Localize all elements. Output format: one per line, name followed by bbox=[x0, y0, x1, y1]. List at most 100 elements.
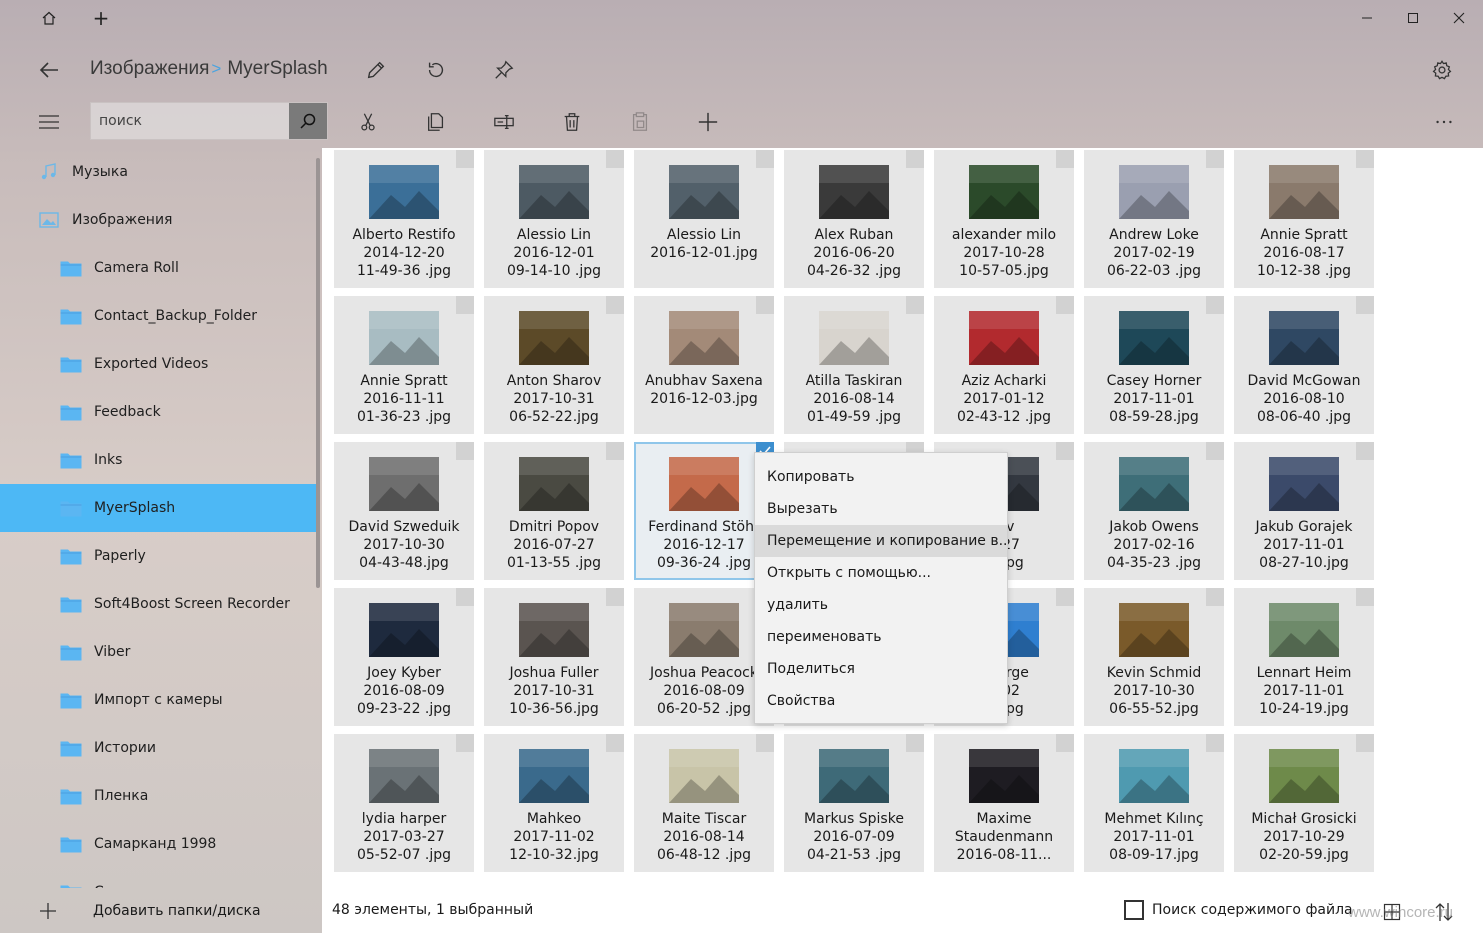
tile-checkbox[interactable] bbox=[456, 442, 474, 460]
sidebar-item[interactable]: Soft4Boost Screen Recorder bbox=[0, 580, 322, 628]
tile-checkbox[interactable] bbox=[1206, 734, 1224, 752]
file-tile[interactable]: Markus Spiske 2016-07-09 04-21-53 .jpg bbox=[784, 734, 924, 872]
tile-checkbox[interactable] bbox=[1056, 296, 1074, 314]
file-tile[interactable]: Maite Tiscar 2016-08-14 06-48-12 .jpg bbox=[634, 734, 774, 872]
tile-checkbox[interactable] bbox=[756, 296, 774, 314]
maximize-button[interactable] bbox=[1390, 0, 1436, 36]
new-tab-button[interactable]: + bbox=[78, 0, 124, 36]
file-tile[interactable]: Michał Grosicki 2017-10-29 02-20-59.jpg bbox=[1234, 734, 1374, 872]
tile-checkbox[interactable] bbox=[606, 734, 624, 752]
file-tile[interactable]: Annie Spratt 2016-08-17 10-12-38 .jpg bbox=[1234, 150, 1374, 288]
file-tile[interactable]: Dmitri Popov 2016-07-27 01-13-55 .jpg bbox=[484, 442, 624, 580]
tile-checkbox[interactable] bbox=[606, 296, 624, 314]
breadcrumb-current[interactable]: MyerSplash bbox=[227, 58, 327, 80]
tile-checkbox[interactable] bbox=[1206, 150, 1224, 168]
cut-button[interactable] bbox=[350, 106, 386, 138]
tile-checkbox[interactable] bbox=[606, 588, 624, 606]
file-tile[interactable]: Ferdinand Stöhr 2016-12-17 09-36-24 .jpg bbox=[634, 442, 774, 580]
rename-button[interactable] bbox=[486, 106, 522, 138]
tile-checkbox[interactable] bbox=[1356, 442, 1374, 460]
file-tile[interactable]: Joshua Fuller 2017-10-31 10-36-56.jpg bbox=[484, 588, 624, 726]
context-menu-item[interactable]: Перемещение и копирование в... bbox=[755, 525, 1007, 557]
tile-checkbox[interactable] bbox=[1356, 150, 1374, 168]
sidebar-item[interactable]: MyerSplash bbox=[0, 484, 318, 532]
sidebar-item[interactable]: Пленка bbox=[0, 772, 322, 820]
file-tile[interactable]: Maxime Staudenmann 2016-08-11... bbox=[934, 734, 1074, 872]
sidebar-item[interactable]: Camera Roll bbox=[0, 244, 322, 292]
file-tile[interactable]: Jakob Owens 2017-02-16 04-35-23 .jpg bbox=[1084, 442, 1224, 580]
file-tile[interactable]: Casey Horner 2017-11-01 08-59-28.jpg bbox=[1084, 296, 1224, 434]
file-tile[interactable]: Alessio Lin 2016-12-01.jpg bbox=[634, 150, 774, 288]
context-menu-item[interactable]: удалить bbox=[755, 589, 1007, 621]
file-tile[interactable]: Annie Spratt 2016-11-11 01-36-23 .jpg bbox=[334, 296, 474, 434]
file-tile[interactable]: Atilla Taskiran 2016-08-14 01-49-59 .jpg bbox=[784, 296, 924, 434]
tile-checkbox[interactable] bbox=[906, 150, 924, 168]
tile-checkbox[interactable] bbox=[456, 734, 474, 752]
context-menu-item[interactable]: переименовать bbox=[755, 621, 1007, 653]
tile-checkbox[interactable] bbox=[1056, 734, 1074, 752]
sidebar-scrollbar[interactable] bbox=[316, 158, 320, 588]
copy-button[interactable] bbox=[418, 106, 454, 138]
file-tile[interactable]: Mehmet Kılınç 2017-11-01 08-09-17.jpg bbox=[1084, 734, 1224, 872]
paste-button[interactable] bbox=[622, 106, 658, 138]
menu-button[interactable] bbox=[26, 108, 72, 136]
file-tile[interactable]: Anubhav Saxena 2016-12-03.jpg bbox=[634, 296, 774, 434]
file-tile[interactable]: Jakub Gorajek 2017-11-01 08-27-10.jpg bbox=[1234, 442, 1374, 580]
edit-button[interactable] bbox=[358, 52, 394, 88]
close-button[interactable] bbox=[1436, 0, 1482, 36]
file-tile[interactable]: Alberto Restifo 2014-12-20 11-49-36 .jpg bbox=[334, 150, 474, 288]
file-tile[interactable]: alexander milo 2017-10-28 10-57-05.jpg bbox=[934, 150, 1074, 288]
tile-checkbox[interactable] bbox=[756, 734, 774, 752]
sidebar-item[interactable]: Feedback bbox=[0, 388, 322, 436]
sidebar-item[interactable]: Exported Videos bbox=[0, 340, 322, 388]
sidebar-item[interactable]: Сканы bbox=[0, 868, 322, 888]
file-tile[interactable]: David McGowan 2016-08-10 08-06-40 .jpg bbox=[1234, 296, 1374, 434]
sidebar-item[interactable]: Contact_Backup_Folder bbox=[0, 292, 322, 340]
tile-checkbox[interactable] bbox=[1356, 588, 1374, 606]
context-menu-item[interactable]: Копировать bbox=[755, 461, 1007, 493]
tile-checkbox[interactable] bbox=[1206, 296, 1224, 314]
tile-checkbox[interactable] bbox=[756, 150, 774, 168]
file-tile[interactable]: Mahkeo 2017-11-02 12-10-32.jpg bbox=[484, 734, 624, 872]
settings-button[interactable] bbox=[1424, 52, 1460, 88]
back-button[interactable] bbox=[26, 50, 72, 90]
pin-button[interactable] bbox=[486, 52, 522, 88]
tile-checkbox[interactable] bbox=[906, 734, 924, 752]
search-button[interactable] bbox=[289, 103, 327, 139]
tile-checkbox[interactable] bbox=[1056, 150, 1074, 168]
file-tile[interactable]: lydia harper 2017-03-27 05-52-07 .jpg bbox=[334, 734, 474, 872]
breadcrumb-parent[interactable]: Изображения bbox=[90, 58, 209, 80]
context-menu-item[interactable]: Вырезать bbox=[755, 493, 1007, 525]
sidebar-item[interactable]: Самарканд 1998 bbox=[0, 820, 322, 868]
tile-checkbox[interactable] bbox=[1206, 588, 1224, 606]
tile-checkbox[interactable] bbox=[606, 150, 624, 168]
sidebar-item[interactable]: Inks bbox=[0, 436, 322, 484]
tile-checkbox[interactable] bbox=[456, 150, 474, 168]
tile-checkbox[interactable] bbox=[1206, 442, 1224, 460]
sidebar-item[interactable]: Музыка bbox=[0, 148, 322, 196]
file-tile[interactable]: Kevin Schmid 2017-10-30 06-55-52.jpg bbox=[1084, 588, 1224, 726]
file-tile[interactable]: Joshua Peacock 2016-08-09 06-20-52 .jpg bbox=[634, 588, 774, 726]
tile-checkbox[interactable] bbox=[606, 442, 624, 460]
search-input[interactable] bbox=[91, 103, 289, 139]
sidebar-item[interactable]: Viber bbox=[0, 628, 322, 676]
tile-checkbox[interactable] bbox=[1356, 296, 1374, 314]
file-tile[interactable]: Anton Sharov 2017-10-31 06-52-22.jpg bbox=[484, 296, 624, 434]
tile-checkbox[interactable] bbox=[456, 588, 474, 606]
sidebar-item[interactable]: Изображения bbox=[0, 196, 322, 244]
tile-checkbox[interactable] bbox=[906, 296, 924, 314]
tile-checkbox[interactable] bbox=[1356, 734, 1374, 752]
context-menu-item[interactable]: Открыть с помощью... bbox=[755, 557, 1007, 589]
file-tile[interactable]: Lennart Heim 2017-11-01 10-24-19.jpg bbox=[1234, 588, 1374, 726]
more-button[interactable] bbox=[1426, 106, 1462, 138]
file-tile[interactable]: Alex Ruban 2016-06-20 04-26-32 .jpg bbox=[784, 150, 924, 288]
search-content-checkbox[interactable] bbox=[1124, 900, 1144, 920]
sidebar-item[interactable]: Импорт с камеры bbox=[0, 676, 322, 724]
file-tile[interactable]: Alessio Lin 2016-12-01 09-14-10 .jpg bbox=[484, 150, 624, 288]
home-button[interactable] bbox=[26, 0, 72, 36]
new-item-button[interactable] bbox=[690, 106, 726, 138]
file-tile[interactable]: Aziz Acharki 2017-01-12 02-43-12 .jpg bbox=[934, 296, 1074, 434]
file-tile[interactable]: David Szweduik 2017-10-30 04-43-48.jpg bbox=[334, 442, 474, 580]
search-content-toggle[interactable]: Поиск содержимого файла bbox=[1124, 900, 1353, 920]
tile-checkbox[interactable] bbox=[1056, 442, 1074, 460]
